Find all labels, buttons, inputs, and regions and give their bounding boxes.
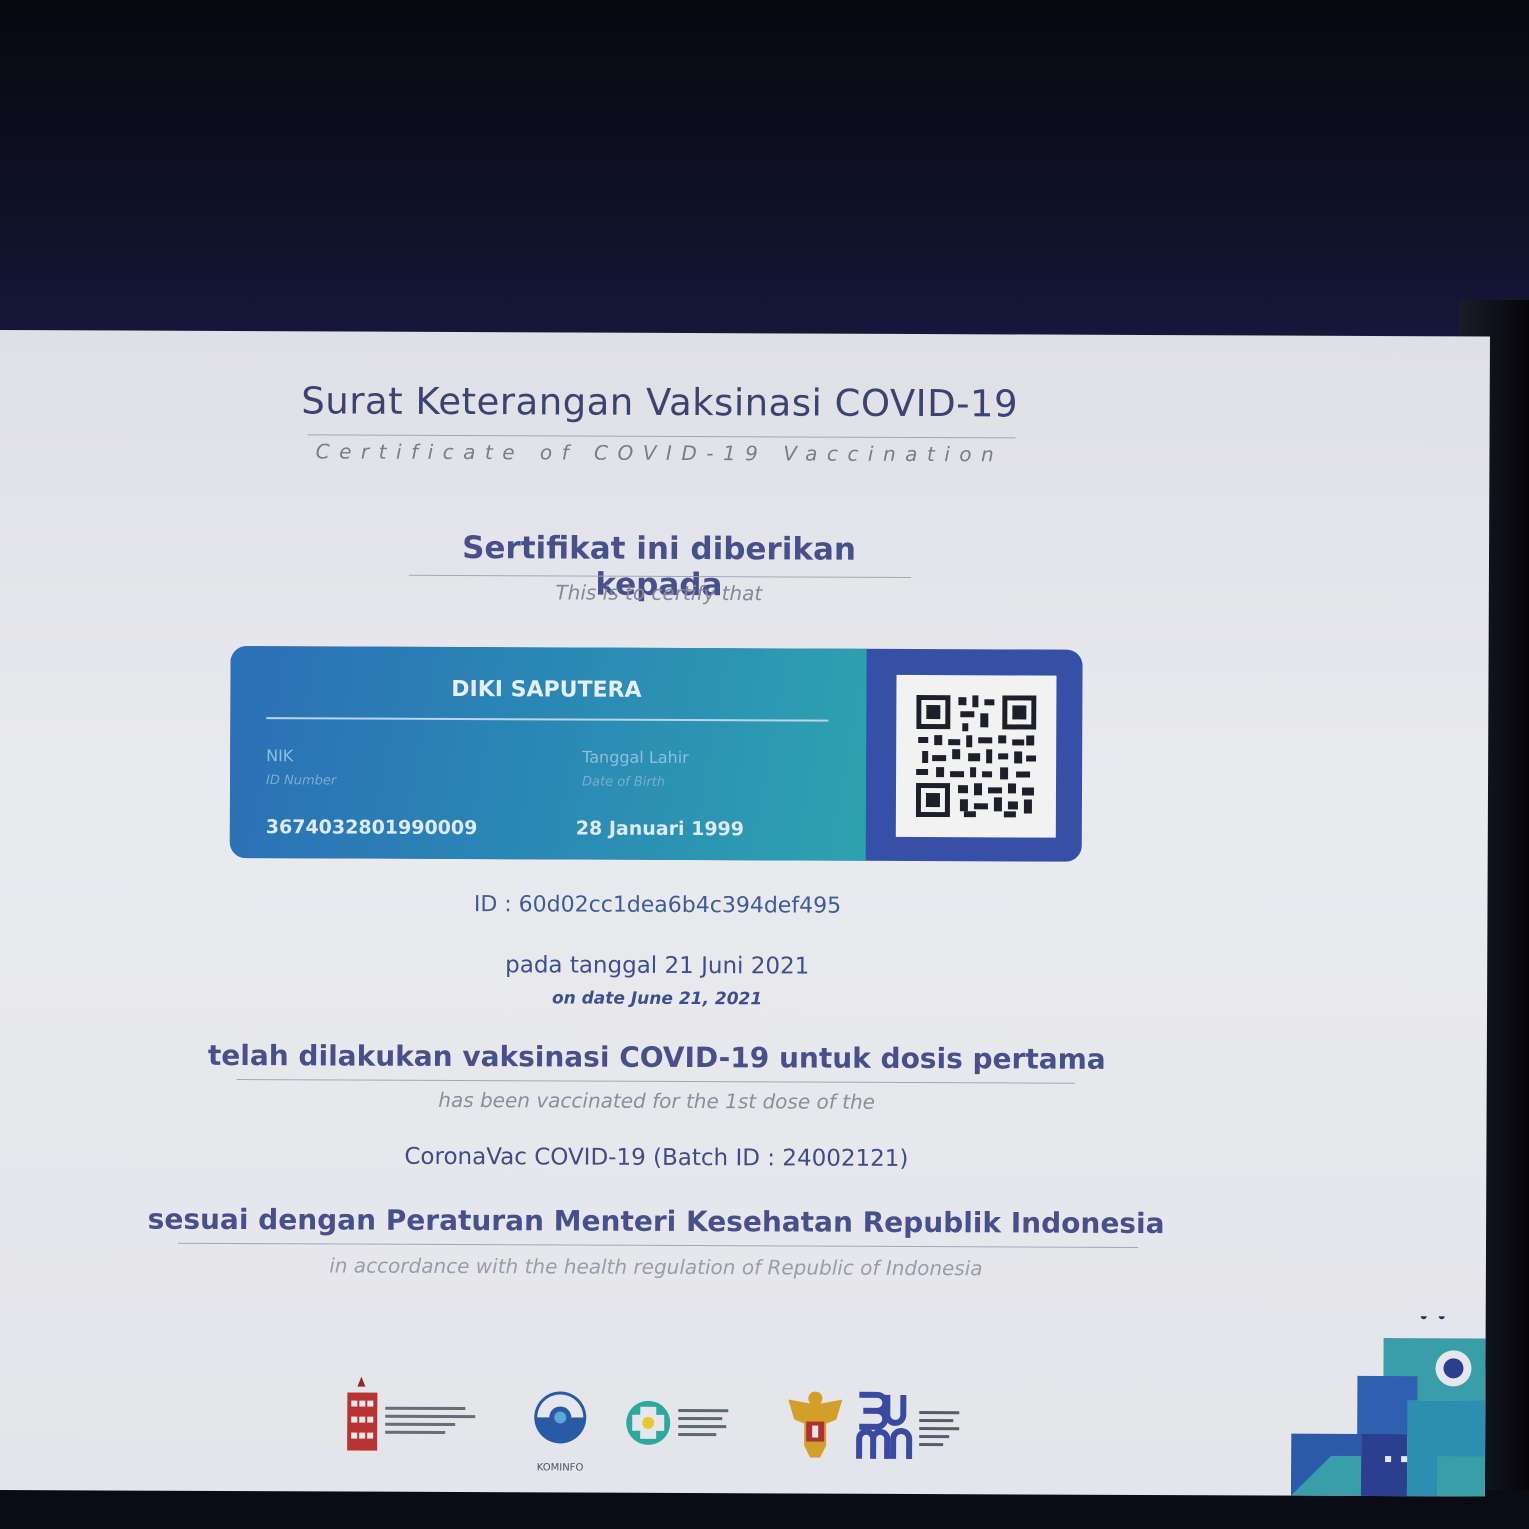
partner-logos: KOMINFO [335, 1371, 975, 1474]
regulation-divider [178, 1242, 1139, 1248]
kominfo-caption: KOMINFO [536, 1462, 584, 1474]
certificate-title: Surat Keterangan Vaksinasi COVID-19 [301, 379, 1019, 426]
vaccination-statement-en: has been vaccinated for the 1st dose of … [438, 1087, 876, 1114]
bumn-logo-icon [856, 1391, 960, 1459]
given-to-subheading: This is to certify that [555, 580, 763, 606]
kominfo-logo-icon [534, 1391, 587, 1444]
vaccination-date: pada tanggal 21 Juni 2021 [505, 952, 810, 980]
screen-dark-area [0, 0, 1529, 340]
screen-bezel-bottom [0, 1490, 1529, 1529]
kemenkes-logo-icon [626, 1400, 729, 1445]
qr-code[interactable] [895, 674, 1057, 838]
vaccination-statement-divider [236, 1079, 1075, 1084]
holder-card: DIKI SAPUTERA NIK ID Number 367403280199… [229, 646, 1083, 862]
vaccination-statement: telah dilakukan vaksinasi COVID-19 untuk… [207, 1038, 1106, 1076]
kpcpen-logo-icon [347, 1376, 476, 1451]
nik-label: NIK [266, 746, 294, 766]
title-divider [307, 434, 1016, 439]
vaccination-date-en: on date June 21, 2021 [551, 988, 763, 1010]
regulation-statement-en: in accordance with the health regulation… [329, 1253, 983, 1281]
dob-value: 28 Januari 1999 [575, 817, 745, 841]
nik-label-en: ID Number [266, 773, 337, 789]
garuda-emblem-icon [788, 1391, 843, 1458]
vaccination-certificate: Surat Keterangan Vaksinasi COVID-19 Cert… [0, 330, 1490, 1497]
vaccine-name: CoronaVac COVID-19 (Batch ID : 24002121) [404, 1143, 909, 1172]
nik-value: 3674032801990009 [265, 816, 478, 840]
holder-details-panel: DIKI SAPUTERA NIK ID Number 367403280199… [229, 646, 867, 861]
regulation-statement: sesuai dengan Peraturan Menteri Kesehata… [147, 1202, 1165, 1241]
corner-decoration-icon [1290, 1315, 1486, 1497]
holder-name-divider [266, 717, 829, 722]
holder-name: DIKI SAPUTERA [451, 676, 642, 703]
qr-code-icon [915, 695, 1037, 818]
certificate-subtitle: Certificate of COVID-19 Vaccination [315, 439, 1004, 467]
certificate-id: ID : 60d02cc1dea6b4c394def495 [473, 892, 842, 919]
dob-label: Tanggal Lahir [582, 747, 689, 768]
dob-label-en: Date of Birth [582, 774, 666, 790]
